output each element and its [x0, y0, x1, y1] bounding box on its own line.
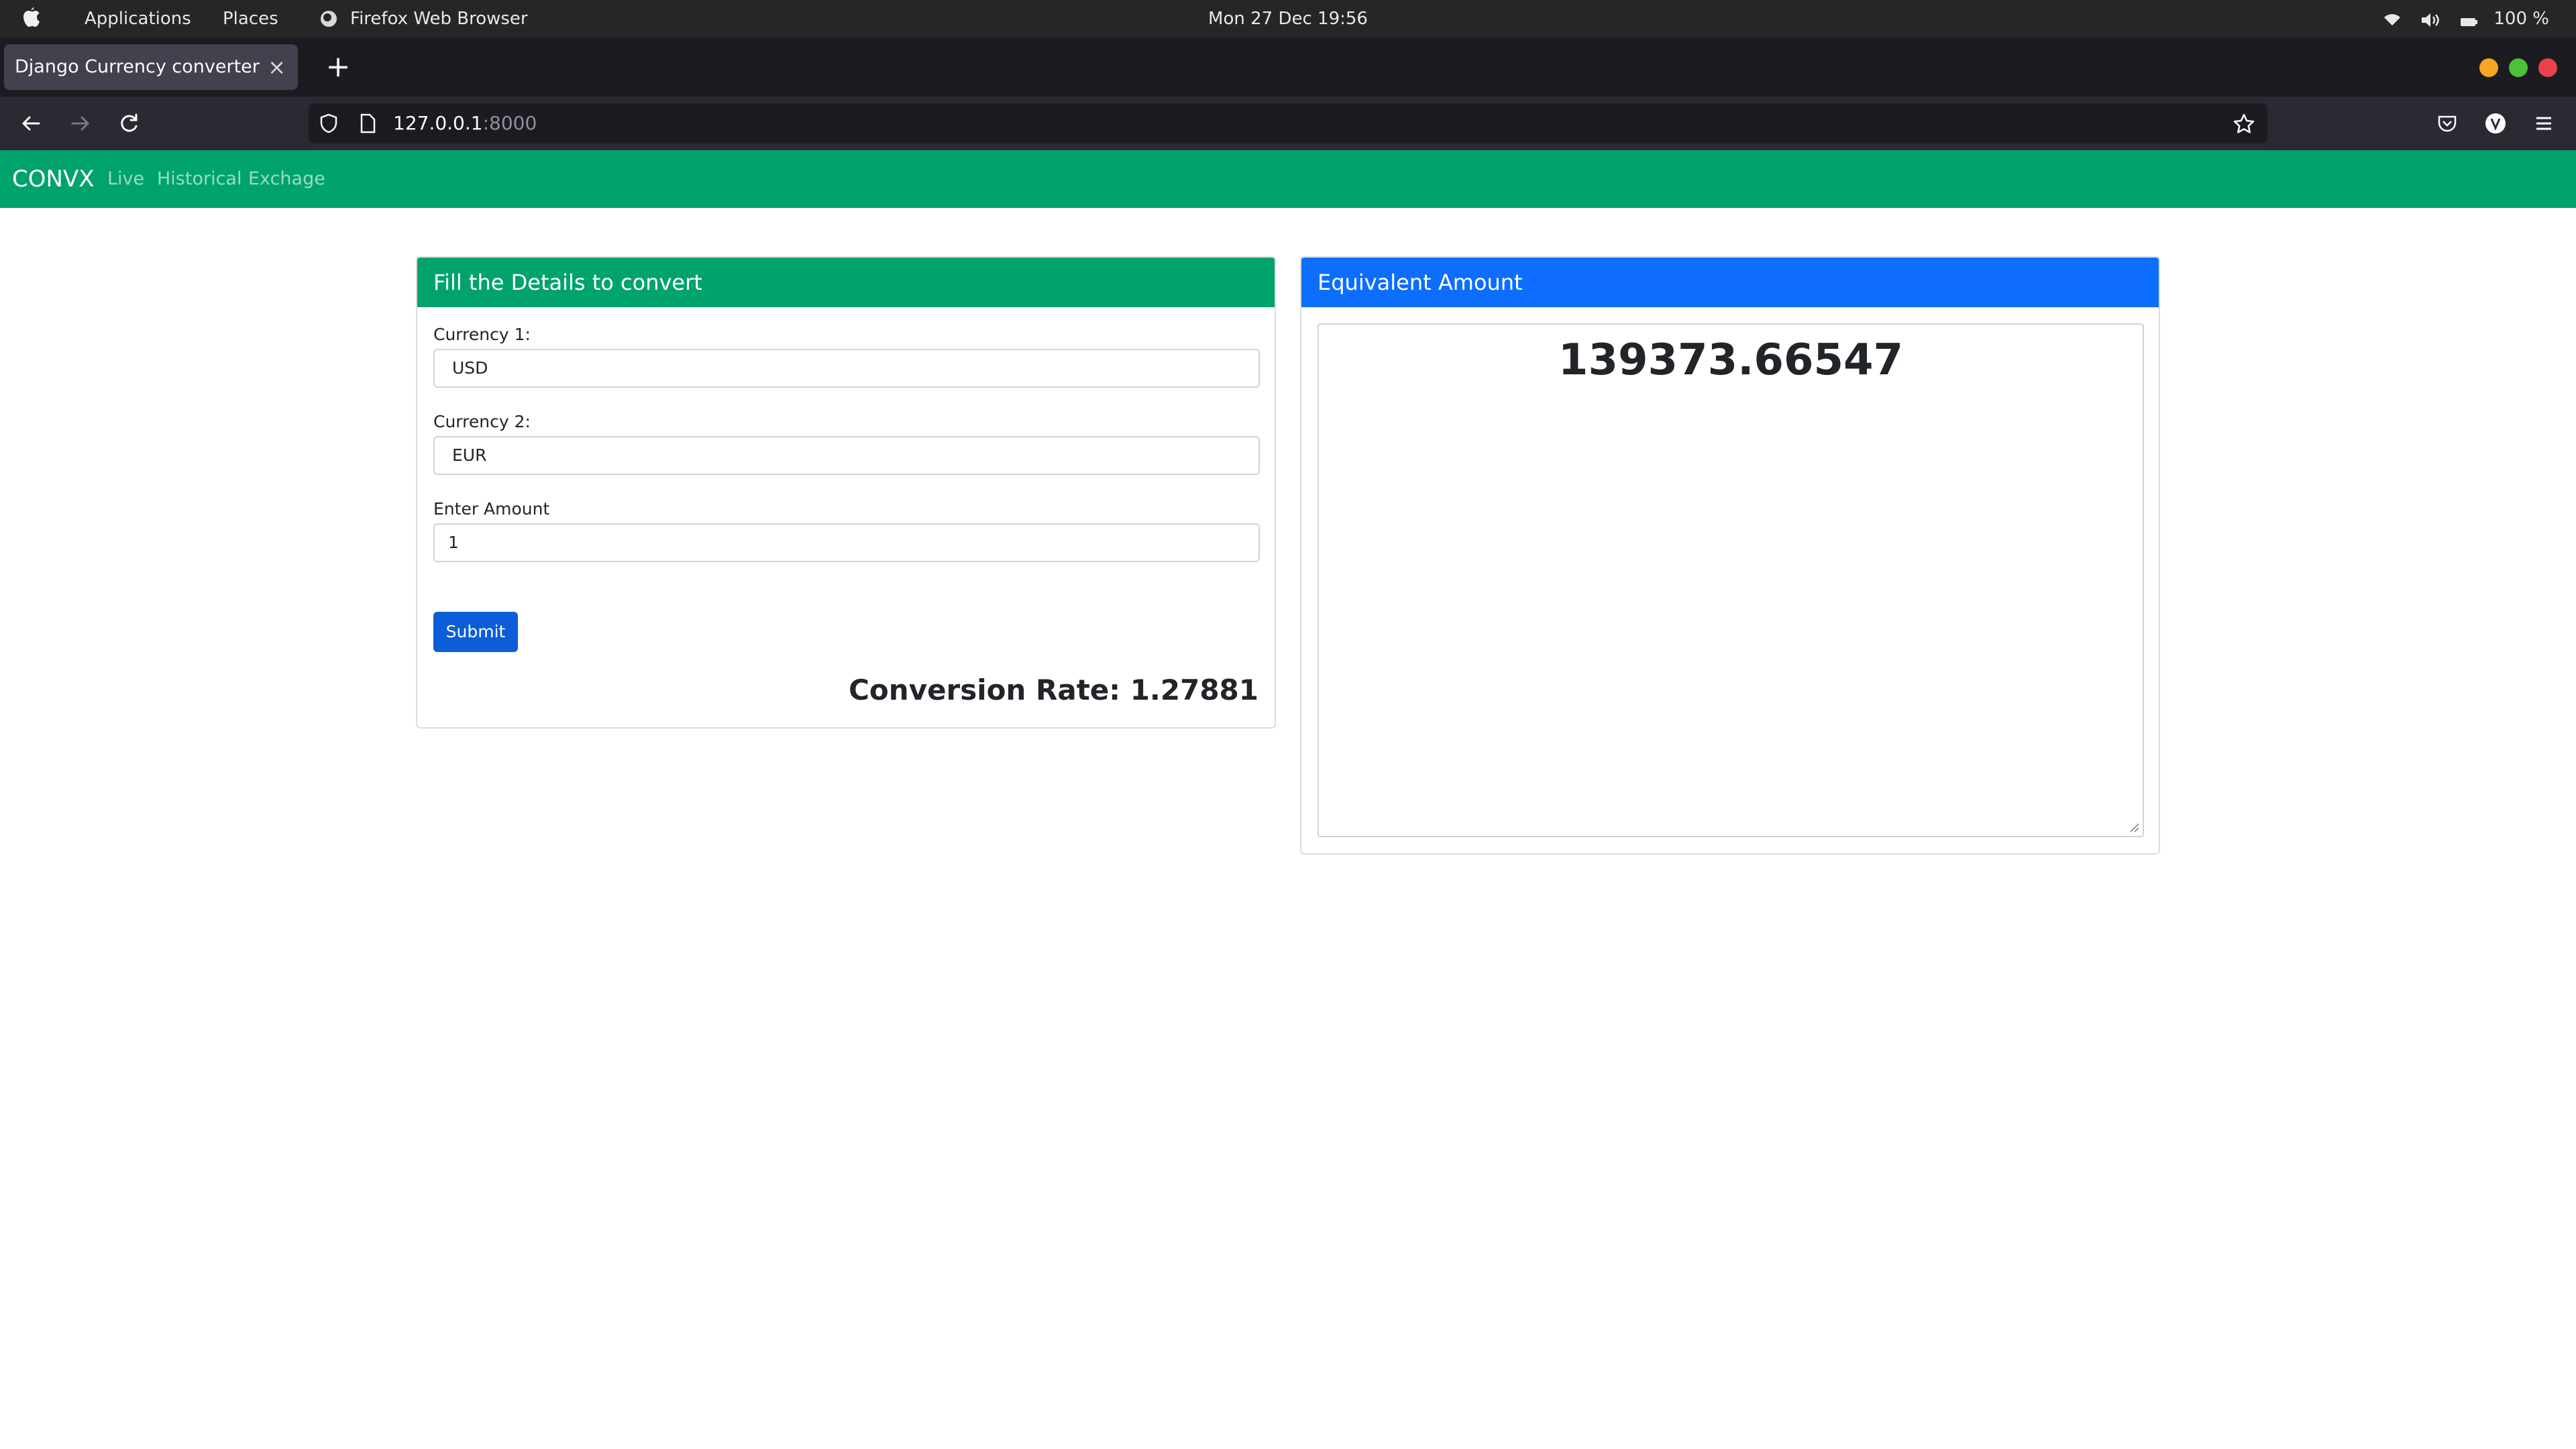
tab-title: Django Currency converter [15, 56, 260, 77]
maximize-button[interactable] [2509, 58, 2528, 77]
address-bar[interactable]: 127.0.0.1:8000 [309, 103, 2267, 144]
currency2-label: Currency 2: [433, 412, 531, 431]
pocket-button[interactable] [2430, 106, 2465, 141]
amount-label: Enter Amount [433, 499, 550, 519]
amount-input[interactable]: 1 [433, 523, 1260, 562]
back-arrow-icon [21, 116, 40, 131]
equivalent-amount-value: 139373.66547 [1558, 335, 1904, 385]
forward-button[interactable] [63, 106, 98, 141]
new-tab-button[interactable]: + [318, 47, 358, 87]
close-tab-icon[interactable]: × [268, 44, 286, 90]
shield-icon[interactable] [318, 113, 339, 134]
back-button[interactable] [13, 106, 48, 141]
currency2-input[interactable]: EUR [433, 436, 1260, 475]
hamburger-menu-icon [2536, 117, 2551, 130]
menu-button[interactable] [2526, 106, 2561, 141]
account-avatar-icon [2485, 113, 2506, 133]
wifi-icon [2383, 14, 2400, 25]
forward-arrow-icon [71, 116, 90, 131]
conversion-rate: Conversion Rate: 1.27881 [849, 674, 1258, 706]
system-tray[interactable]: 100 % [2382, 0, 2549, 38]
volume-icon [2421, 13, 2439, 27]
equivalent-amount-card: Equivalent Amount 139373.66547 [1300, 256, 2160, 855]
result-textarea[interactable]: 139373.66547 [1318, 323, 2144, 837]
tab-django-currency-converter[interactable]: Django Currency converter × [4, 44, 298, 90]
reload-button[interactable] [111, 106, 146, 141]
currency1-label: Currency 1: [433, 325, 531, 344]
clock[interactable]: Mon 27 Dec 19:56 [0, 0, 2576, 38]
brand-logo[interactable]: CONVX [12, 150, 95, 208]
result-card-header: Equivalent Amount [1301, 258, 2159, 307]
page-icon[interactable] [358, 113, 377, 134]
app-navbar: CONVX Live Historical Exchage [0, 150, 2576, 208]
reload-icon [121, 113, 138, 132]
minimize-button[interactable] [2479, 58, 2498, 77]
account-button[interactable] [2478, 106, 2513, 141]
form-card-header: Fill the Details to convert [417, 258, 1275, 307]
battery-icon [2461, 18, 2478, 26]
close-window-button[interactable] [2538, 58, 2557, 77]
currency1-input[interactable]: USD [433, 349, 1260, 388]
os-top-bar: Applications Places Firefox Web Browser … [0, 0, 2576, 38]
bookmark-star-icon[interactable] [2233, 113, 2255, 136]
browser-nav-bar: 127.0.0.1:8000 [0, 97, 2576, 150]
browser-tab-bar: Django Currency converter × + [0, 38, 2576, 97]
url-text[interactable]: 127.0.0.1:8000 [393, 103, 537, 144]
pocket-icon [2438, 115, 2457, 132]
nav-link-live[interactable]: Live [107, 150, 144, 208]
battery-percent: 100 % [2493, 9, 2549, 29]
resize-grip-icon[interactable] [2128, 821, 2140, 833]
submit-button[interactable]: Submit [433, 612, 518, 652]
nav-link-exchage[interactable]: Exchage [248, 150, 325, 208]
nav-link-historical[interactable]: Historical [157, 150, 241, 208]
conversion-form-card: Fill the Details to convert Currency 1: … [416, 256, 1276, 729]
